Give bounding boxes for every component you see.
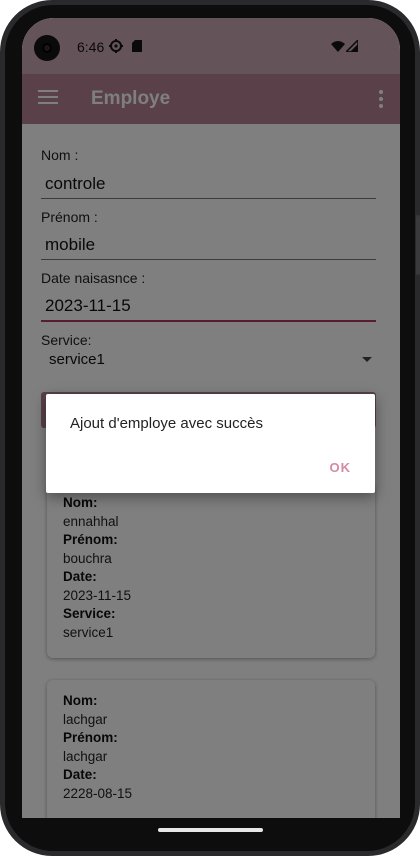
dialog-message: Ajout d'employe avec succès — [70, 415, 263, 432]
power-button — [416, 215, 420, 275]
screen: 6:46 Employe — [22, 18, 400, 818]
home-indicator[interactable] — [158, 828, 263, 832]
phone-frame: 6:46 Employe — [0, 0, 420, 856]
success-dialog: Ajout d'employe avec succès OK — [46, 394, 375, 493]
dialog-ok-button[interactable]: OK — [330, 460, 352, 475]
